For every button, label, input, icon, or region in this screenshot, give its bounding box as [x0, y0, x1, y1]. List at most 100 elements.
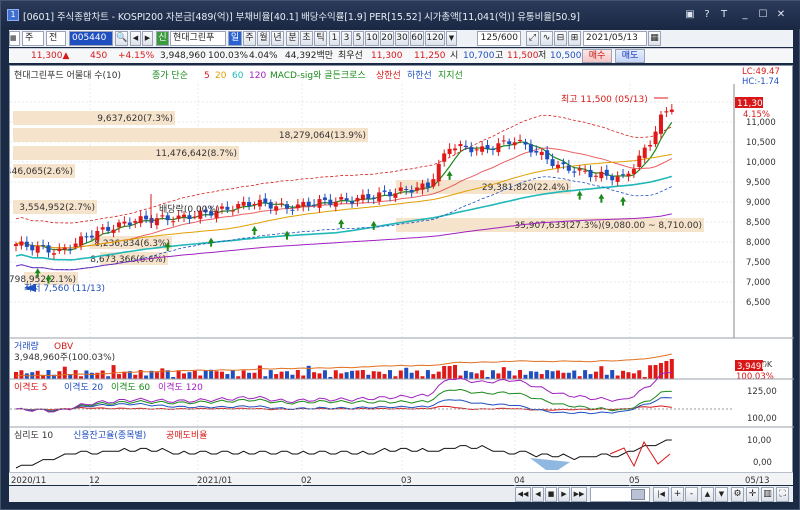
- zoom-out-button[interactable]: -: [685, 487, 698, 502]
- candle-body: [593, 175, 598, 177]
- minimize-icon[interactable]: _: [739, 9, 751, 21]
- scrollbar-track[interactable]: [590, 487, 650, 502]
- volume-bar: [539, 374, 544, 379]
- candle-body: [268, 202, 273, 209]
- period-day-button[interactable]: 일: [228, 31, 242, 46]
- scroll-prev-button[interactable]: ◀: [532, 487, 544, 502]
- xaxis-label-mar: 03: [401, 476, 412, 486]
- minute-3-button[interactable]: 3: [341, 31, 352, 46]
- volume-bar: [501, 367, 506, 379]
- stock-code-input[interactable]: 005440: [69, 31, 113, 46]
- scroll-home-button[interactable]: |◀: [653, 487, 669, 502]
- help-icon[interactable]: ?: [701, 9, 713, 21]
- volume-bar: [333, 370, 338, 379]
- minute-60-button[interactable]: 60: [410, 31, 424, 46]
- candle-body: [165, 215, 170, 221]
- chart-type-icon[interactable]: ▥: [761, 487, 774, 502]
- candle-body: [89, 235, 94, 238]
- period-minute-button[interactable]: 분: [286, 31, 299, 46]
- psych-label: 심리도 10: [14, 430, 53, 441]
- price-tick: 7,000: [746, 278, 770, 288]
- disparity-tick-100: 100,00: [747, 414, 777, 424]
- candle-body: [295, 204, 300, 209]
- period-year-button[interactable]: 년: [271, 31, 284, 46]
- buy-button[interactable]: 매수: [582, 49, 612, 63]
- close-icon[interactable]: ✕: [775, 9, 787, 21]
- minute-20-button[interactable]: 20: [380, 31, 394, 46]
- scroll-next-button[interactable]: ▶: [558, 487, 570, 502]
- market-select[interactable]: 주: [22, 31, 44, 46]
- volume-bar: [637, 370, 642, 379]
- data-count[interactable]: 125/600: [477, 31, 521, 46]
- scrollbar-thumb[interactable]: [631, 489, 645, 500]
- sell-button[interactable]: 매도: [615, 49, 645, 63]
- date-input[interactable]: 2021/05/13: [583, 31, 647, 46]
- candle-body: [463, 145, 468, 148]
- minute-5-button[interactable]: 5: [353, 31, 364, 46]
- turnover-rate: 4.04%: [249, 51, 278, 61]
- scroll-stop-button[interactable]: ■: [545, 487, 557, 502]
- volume-bar: [621, 370, 626, 379]
- high-label: 고: [495, 51, 504, 61]
- window-title: [0601] 주식종합차트 - KOSPI200 자본금[489(억)] 부채비…: [23, 12, 580, 23]
- minute-1-button[interactable]: 1: [329, 31, 340, 46]
- xaxis-label-jan: 2021/01: [197, 476, 232, 486]
- scroll-down-button[interactable]: ▼: [715, 487, 728, 502]
- volume-bar: [556, 370, 560, 379]
- candle-body: [523, 141, 528, 145]
- line-chart-icon[interactable]: ∿: [540, 31, 553, 46]
- candle-body: [572, 171, 577, 173]
- volume-bar: [431, 374, 436, 379]
- scroll-last-button[interactable]: ▶▶: [571, 487, 587, 502]
- minute-30-button[interactable]: 30: [395, 31, 409, 46]
- maximize-icon[interactable]: ☐: [757, 9, 769, 21]
- volume-bar: [463, 370, 468, 379]
- chart-window: 1 [0601] 주식종합차트 - KOSPI200 자본금[489(억)] 부…: [0, 0, 800, 510]
- candle-body: [73, 243, 78, 248]
- chart-canvas[interactable]: 현대그린푸드 어물대 수(10) 종가 단순 5 20 60 120 MACD-…: [0, 66, 794, 486]
- candle-body: [192, 216, 197, 218]
- volume-zone-label: 3,446,065(2.6%): [10, 167, 73, 177]
- scroll-first-button[interactable]: ◀◀: [515, 487, 531, 502]
- scroll-up-button[interactable]: ▲: [701, 487, 714, 502]
- price-tick: 10,000: [746, 158, 776, 168]
- period-second-button[interactable]: 초: [300, 31, 313, 46]
- fullscreen-icon[interactable]: ⛶: [776, 487, 789, 502]
- volume-bar: [387, 370, 392, 379]
- candle-body: [360, 194, 365, 201]
- candle-body: [550, 159, 555, 167]
- crosshair-icon[interactable]: ✛: [746, 487, 759, 502]
- candle-body: [442, 153, 447, 162]
- volume-bar: [593, 371, 598, 379]
- period-week-button[interactable]: 주: [243, 31, 256, 46]
- next-stock-icon[interactable]: ▶: [142, 31, 153, 46]
- candle-body: [51, 253, 56, 255]
- period-tick-button[interactable]: 틱: [314, 31, 327, 46]
- ruler-icon[interactable]: ⊟: [554, 31, 567, 46]
- change-percent: +4.15%: [118, 51, 155, 61]
- prev-stock-icon[interactable]: ◀: [130, 31, 141, 46]
- volume-bar: [301, 375, 306, 379]
- volume-bar: [339, 373, 344, 379]
- volume-bar: [599, 366, 604, 379]
- period-month-button[interactable]: 월: [257, 31, 270, 46]
- dropdown-icon[interactable]: ▼: [446, 31, 457, 46]
- calc-icon[interactable]: ⊞: [568, 31, 581, 46]
- chart-area[interactable]: 현대그린푸드 어물대 수(10) 종가 단순 5 20 60 120 MACD-…: [0, 65, 794, 486]
- zoom-in-button[interactable]: +: [671, 487, 684, 502]
- minute-10-button[interactable]: 10: [365, 31, 379, 46]
- font-icon[interactable]: T: [718, 9, 730, 21]
- grid-icon[interactable]: ▦: [9, 31, 20, 46]
- calendar-icon[interactable]: ▦: [648, 31, 661, 46]
- zoom-fit-icon[interactable]: ⤢: [526, 31, 539, 46]
- mode-select[interactable]: 전: [46, 31, 66, 46]
- search-icon[interactable]: 🔍: [115, 31, 128, 46]
- volume-bar: [133, 374, 138, 379]
- settings-icon[interactable]: ⚙: [731, 487, 744, 502]
- lock-icon[interactable]: ▣: [684, 9, 696, 21]
- volume-bar: [116, 374, 121, 379]
- minute-120-button[interactable]: 120: [425, 31, 445, 46]
- candle-body: [344, 198, 349, 201]
- disparity-5-label: 이격도 5: [14, 381, 47, 393]
- disparity-tick-125: 125,00: [747, 387, 777, 397]
